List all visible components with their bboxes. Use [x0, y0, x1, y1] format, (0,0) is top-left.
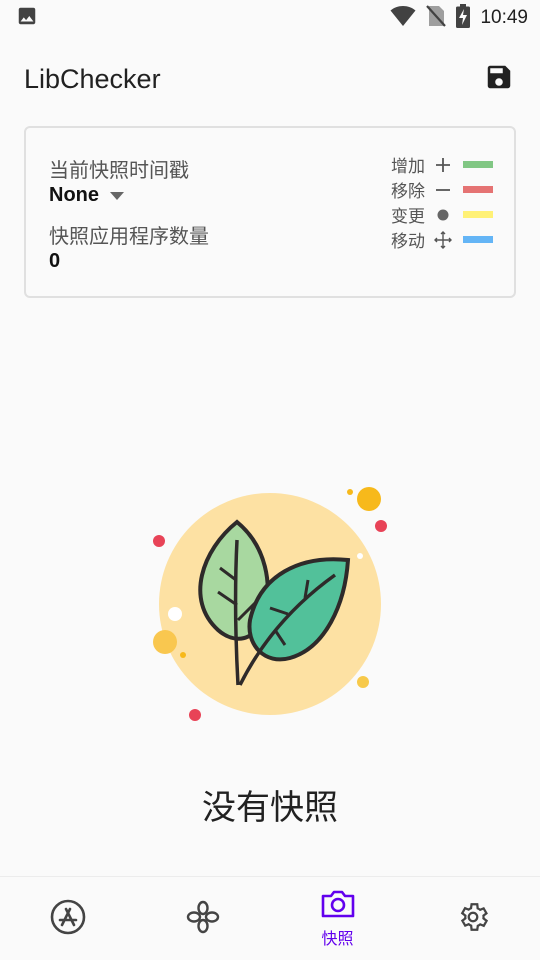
- legend-label: 变更: [391, 207, 425, 227]
- bottom-nav: 快照: [0, 876, 540, 960]
- legend: 增加 移除 变更 移动: [391, 152, 501, 252]
- timestamp-dropdown[interactable]: None: [49, 184, 125, 207]
- app-store-icon: [49, 898, 87, 940]
- camera-icon: [320, 889, 356, 923]
- empty-state-text: 没有快照: [202, 788, 338, 828]
- legend-color-changed: [463, 211, 493, 218]
- legend-color-removed: [463, 186, 493, 193]
- snapshot-card: 当前快照时间戳 None 快照应用程序数量 0 增加 移除 变更 移动: [24, 126, 516, 298]
- legend-label: 移除: [391, 182, 425, 202]
- legend-item-removed: 移除: [391, 177, 501, 202]
- settings-icon: [456, 900, 490, 938]
- nav-label-snapshot: 快照: [321, 928, 354, 948]
- legend-label: 移动: [391, 232, 425, 252]
- dropdown-arrow-icon: [109, 186, 125, 205]
- app-bar: LibChecker: [0, 50, 540, 108]
- nav-item-settings[interactable]: [405, 877, 540, 960]
- app-count-label: 快照应用程序数量: [49, 224, 209, 248]
- nav-item-snapshot[interactable]: 快照: [270, 877, 405, 960]
- save-icon: [484, 62, 514, 96]
- timestamp-value: None: [49, 184, 99, 206]
- libraries-icon: [185, 899, 221, 939]
- timestamp-label: 当前快照时间戳: [49, 158, 189, 182]
- dot-icon: [431, 205, 455, 225]
- save-button[interactable]: [482, 62, 516, 96]
- app-title: LibChecker: [24, 63, 161, 94]
- nav-item-libraries[interactable]: [135, 877, 270, 960]
- plus-icon: [431, 155, 455, 175]
- nav-item-apps[interactable]: [0, 877, 135, 960]
- leaves-illustration: [140, 480, 400, 730]
- wifi-icon: [390, 5, 416, 31]
- legend-color-moved: [463, 236, 493, 243]
- legend-color-added: [463, 161, 493, 168]
- legend-label: 增加: [391, 157, 425, 177]
- legend-item-added: 增加: [391, 152, 501, 177]
- battery-charging-icon: [456, 4, 471, 32]
- image-icon: [16, 5, 38, 31]
- legend-item-moved: 移动: [391, 227, 501, 252]
- minus-icon: [431, 180, 455, 200]
- no-sim-icon: [426, 4, 447, 32]
- legend-item-changed: 变更: [391, 202, 501, 227]
- move-icon: [431, 230, 455, 250]
- status-time: 10:49: [480, 7, 528, 28]
- screen: 10:49 LibChecker 当前快照时间戳 None 快照应用程序数量 0…: [0, 0, 540, 960]
- app-count-value: 0: [49, 250, 61, 272]
- status-bar: 10:49: [0, 0, 540, 36]
